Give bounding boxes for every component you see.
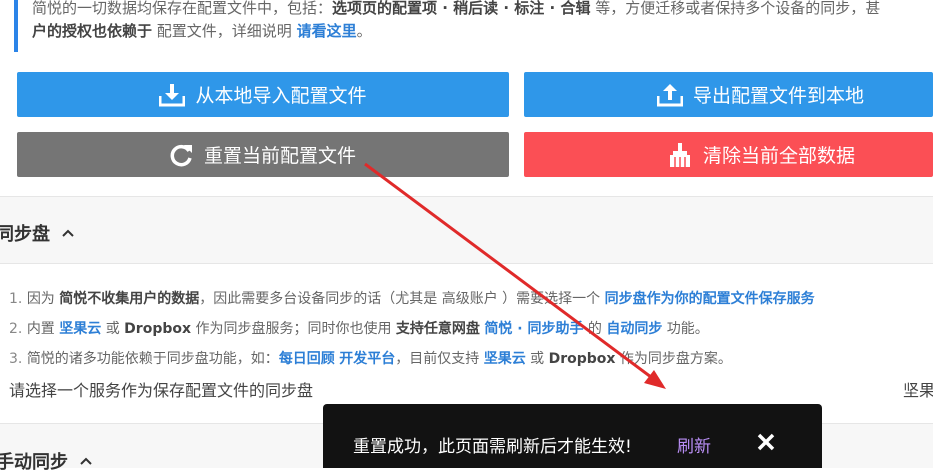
section-divider bbox=[0, 263, 933, 264]
note-end: 。 bbox=[356, 22, 372, 40]
reset-config-label: 重置当前配置文件 bbox=[203, 145, 356, 167]
note-items: 选项页的配置项 · 稍后读 · 标注 · 合辑 bbox=[332, 0, 591, 17]
dev-platform-link[interactable]: 开发平台 bbox=[339, 351, 395, 367]
sync-section-header-bg bbox=[0, 197, 933, 263]
note-prefix: 简悦的一切数据均保存在配置文件中，包括： bbox=[32, 0, 333, 17]
sync-service-select[interactable]: 坚果 bbox=[903, 377, 933, 401]
list-item: 1. 因为 简悦不收集用户的数据，因此需要多台设备同步的话（尤其是 高级账户 ）… bbox=[9, 291, 815, 307]
clear-all-data-label: 清除当前全部数据 bbox=[703, 145, 856, 167]
import-config-button[interactable]: 从本地导入配置文件 bbox=[17, 72, 509, 117]
note-details-link[interactable]: 请看这里 bbox=[297, 22, 357, 40]
export-config-label: 导出配置文件到本地 bbox=[693, 85, 865, 107]
chevron-up-icon bbox=[62, 229, 74, 237]
refresh-button[interactable]: 刷新 bbox=[677, 432, 711, 457]
sync-choose-label: 请选择一个服务作为保存配置文件的同步盘 bbox=[9, 381, 314, 400]
export-config-button[interactable]: 导出配置文件到本地 bbox=[524, 72, 933, 117]
reset-config-button[interactable]: 重置当前配置文件 bbox=[17, 132, 509, 177]
note-bold: 户的授权也依赖于 bbox=[32, 22, 153, 40]
jianguoyun-link[interactable]: 坚果云 bbox=[484, 351, 526, 367]
list-item: 2. 内置 坚果云 或 Dropbox 作为同步盘服务；同时你也使用 支持任意网… bbox=[9, 321, 709, 337]
config-info-note: 简悦的一切数据均保存在配置文件中，包括：选项页的配置项 · 稍后读 · 标注 ·… bbox=[14, 0, 933, 52]
daily-review-link[interactable]: 每日回顾 bbox=[279, 351, 335, 367]
manual-sync-section-header[interactable]: 手动同步 bbox=[0, 448, 92, 474]
sync-section-title: 同步盘 bbox=[0, 224, 50, 245]
upload-icon bbox=[657, 83, 683, 106]
manual-sync-section-title: 手动同步 bbox=[0, 452, 68, 473]
note-text: 配置文件，详细说明 bbox=[152, 22, 297, 40]
close-icon[interactable] bbox=[757, 433, 775, 451]
chevron-up-icon bbox=[80, 457, 92, 465]
sync-section-header[interactable]: 同步盘 bbox=[0, 220, 74, 246]
list-item: 3. 简悦的诸多功能依赖于同步盘功能，如：每日回顾 开发平台，目前仅支持 坚果云… bbox=[9, 351, 732, 367]
refresh-icon bbox=[170, 144, 192, 166]
auto-sync-link[interactable]: 自动同步 bbox=[606, 321, 662, 337]
import-config-label: 从本地导入配置文件 bbox=[195, 85, 367, 107]
sync-service-link[interactable]: 同步盘作为你的配置文件保存服务 bbox=[605, 291, 815, 307]
download-icon bbox=[159, 83, 186, 106]
toast-message: 重置成功，此页面需刷新后才能生效! bbox=[353, 437, 632, 457]
note-suffix: 等，方便迁移或者保持多个设备的同步，甚 bbox=[590, 0, 881, 17]
broom-icon bbox=[670, 142, 690, 167]
clear-all-data-button[interactable]: 清除当前全部数据 bbox=[524, 132, 933, 177]
toast-notification: 重置成功，此页面需刷新后才能生效! 刷新 bbox=[323, 404, 822, 468]
sync-info-list: 1. 因为 简悦不收集用户的数据，因此需要多台设备同步的话（尤其是 高级账户 ）… bbox=[9, 284, 815, 374]
jianguoyun-link[interactable]: 坚果云 bbox=[59, 321, 101, 337]
sync-helper-link[interactable]: 简悦 · 同步助手 bbox=[484, 321, 583, 337]
